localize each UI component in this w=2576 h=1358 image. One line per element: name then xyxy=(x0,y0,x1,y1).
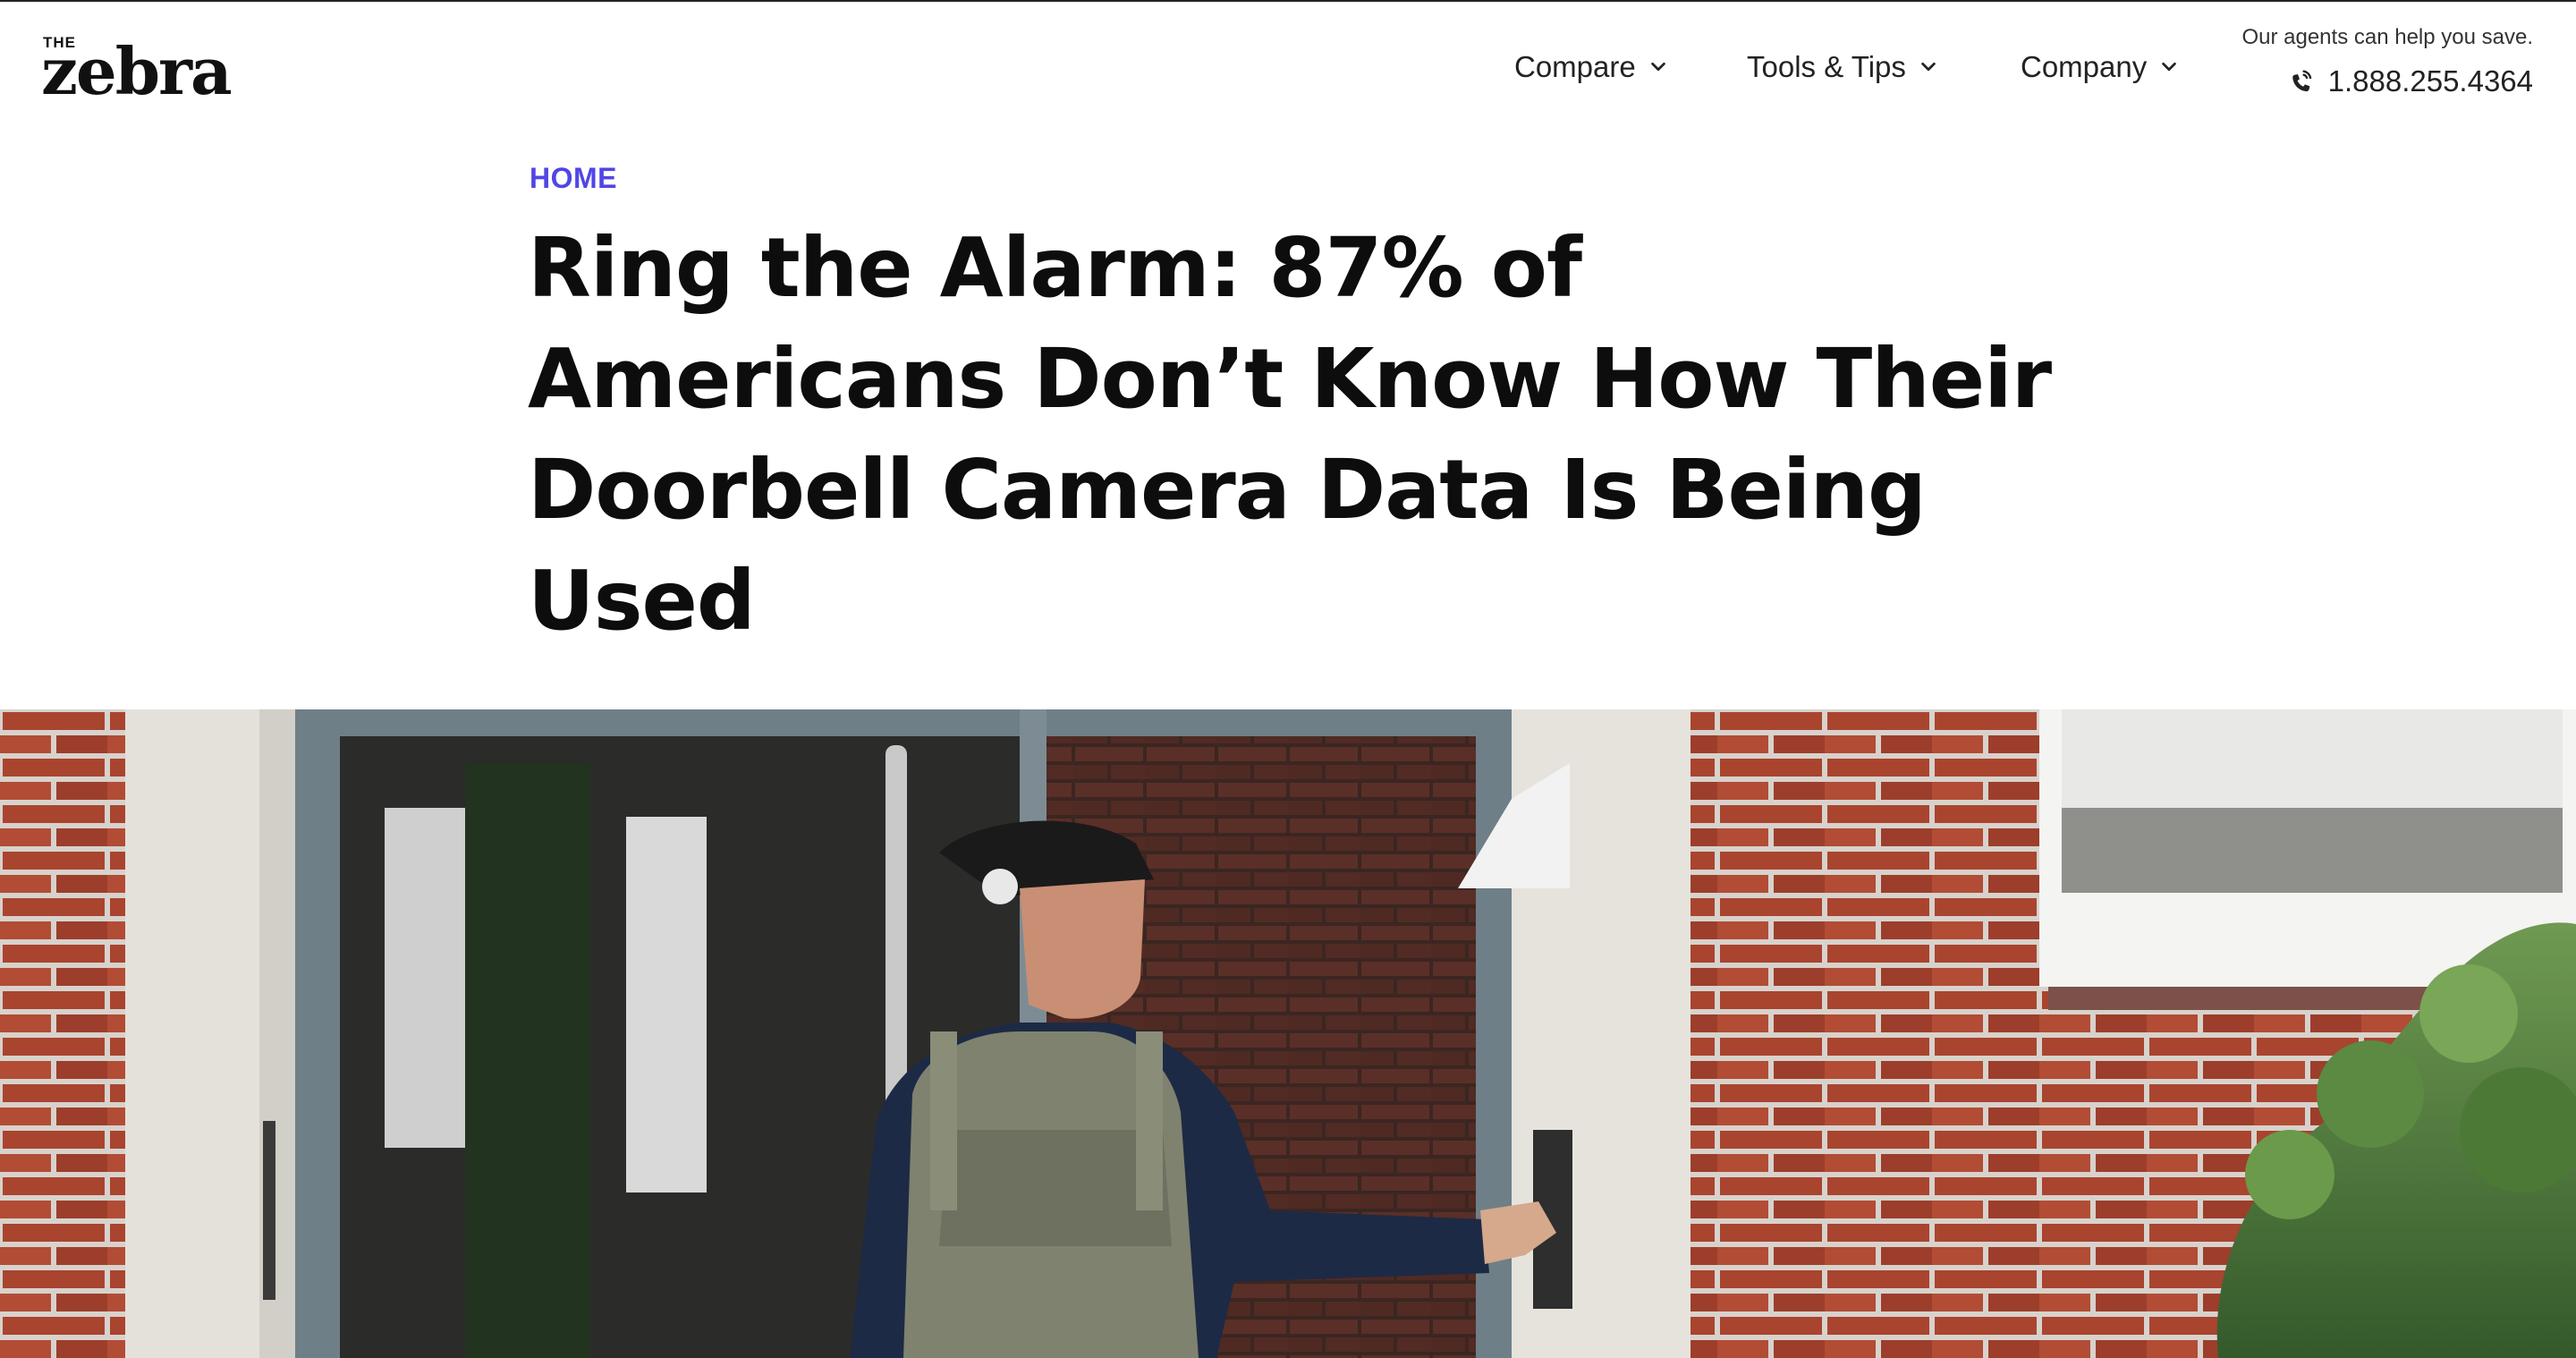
nav-item-compare[interactable]: Compare xyxy=(1514,45,1668,89)
phone-link[interactable]: 1.888.255.4364 xyxy=(2241,64,2533,98)
contact-block: Our agents can help you save. 1.888.255.… xyxy=(2241,25,2533,98)
phone-icon xyxy=(2292,70,2311,92)
nav-item-label: Compare xyxy=(1514,50,1636,83)
contact-helper-text: Our agents can help you save. xyxy=(2241,25,2533,49)
nav-item-label: Company xyxy=(2021,50,2148,83)
site-header: THE zebra Compare Tools & Tips Company O… xyxy=(0,2,2576,127)
article-title: Ring the Alarm: 87% of Americans Don’t K… xyxy=(528,220,2052,649)
hero-photo xyxy=(0,709,2576,1358)
phone-number: 1.888.255.4364 xyxy=(2327,64,2533,98)
chevron-down-icon xyxy=(1921,62,1936,72)
chevron-down-icon xyxy=(2162,62,2177,72)
breadcrumb-home[interactable]: HOME xyxy=(530,162,617,195)
logo-wordmark: zebra xyxy=(41,33,233,109)
nav-item-label: Tools & Tips xyxy=(1747,50,1906,83)
chevron-down-icon xyxy=(1650,62,1665,72)
nav-item-tools-tips[interactable]: Tools & Tips xyxy=(1747,45,1938,89)
nav-item-company[interactable]: Company xyxy=(2021,45,2179,89)
hero-illustration xyxy=(0,709,2576,1358)
site-logo[interactable]: THE zebra xyxy=(41,34,238,106)
